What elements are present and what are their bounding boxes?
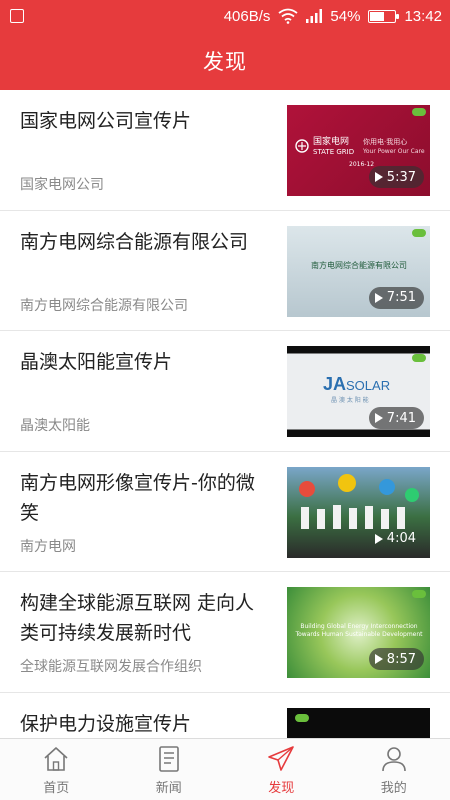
duration-label: 7:41 [386, 410, 416, 426]
thumb-text: 你用电·我用心 [363, 138, 408, 146]
video-title: 南方电网形像宣传片-你的微笑 [20, 471, 255, 524]
watermark-icon [295, 713, 309, 722]
thumb-text: 国家电网 [313, 137, 350, 147]
wifi-icon [278, 8, 298, 24]
network-speed: 406B/s [223, 7, 271, 25]
video-source: 南方电网综合能源有限公司 [20, 297, 188, 314]
battery-percent: 54% [330, 7, 361, 25]
video-thumbnail[interactable]: JASOLAR 晶 澳 太 阳 能 7:41 [287, 346, 430, 437]
tab-label: 新闻 [155, 781, 182, 796]
notification-icon [10, 9, 24, 23]
video-item[interactable]: 保护电力设施宣传片 [0, 693, 450, 738]
video-item[interactable]: 构建全球能源互联网 走向人类可持续发展新时代 全球能源互联网发展合作组织 Bui… [0, 572, 450, 693]
thumb-text: Building Global Energy Interconnection [300, 623, 418, 630]
page-title: 发现 [203, 50, 247, 74]
tab-home[interactable]: 首页 [0, 739, 113, 800]
watermark-icon [412, 228, 426, 237]
video-item[interactable]: 南方电网综合能源有限公司 南方电网综合能源有限公司 南方电网综合能源有限公司 7… [0, 211, 450, 331]
battery-icon [368, 9, 400, 23]
video-thumbnail[interactable]: Building Global Energy Interconnection T… [287, 587, 430, 678]
profile-icon [381, 747, 406, 772]
duration-badge: 7:51 [368, 286, 424, 309]
status-bar: 406B/s 54% 13:42 [0, 0, 450, 32]
discover-icon [268, 746, 295, 771]
video-source: 国家电网公司 [20, 177, 104, 193]
video-thumbnail[interactable]: 国家电网 STATE GRID 你用电·我用心 Your Power Our C… [287, 105, 430, 196]
video-title: 保护电力设施宣传片 [20, 712, 192, 735]
video-title: 构建全球能源互联网 走向人类可持续发展新时代 [20, 592, 255, 644]
status-indicators: 406B/s 54% 13:42 [224, 8, 442, 25]
video-thumbnail[interactable]: 4:04 [287, 466, 430, 558]
duration-label: 5:37 [386, 169, 416, 185]
thumb-text: Your Power Our Care [363, 148, 425, 155]
thumb-text: 南方电网综合能源有限公司 [311, 260, 407, 270]
video-item[interactable]: 南方电网形像宣传片-你的微笑 南方电网 4:04 [0, 452, 450, 572]
duration-label: 7:51 [386, 290, 416, 305]
duration-badge: 5:37 [368, 166, 424, 188]
play-icon [374, 533, 383, 544]
video-list[interactable]: 国家电网公司宣传片 国家电网公司 国家电网 STATE GRID 你用电·我用心… [0, 90, 450, 738]
duration-label: 8:57 [386, 651, 416, 667]
tab-label: 首页 [43, 781, 70, 796]
duration-label: 4:04 [386, 531, 416, 546]
play-icon [374, 172, 383, 182]
video-thumbnail[interactable] [287, 707, 430, 738]
video-title: 南方电网综合能源有限公司 [20, 230, 249, 253]
state-grid-logo-icon [295, 139, 309, 153]
video-title: 晶澳太阳能宣传片 [20, 351, 173, 373]
thumb-text: Towards Human Sustainable Development [295, 631, 423, 638]
tab-discover[interactable]: 发现 [225, 739, 338, 800]
tab-label: 我的 [380, 781, 407, 796]
thumb-text: JA [323, 374, 347, 394]
video-item[interactable]: 晶澳太阳能宣传片 晶澳太阳能 JASOLAR 晶 澳 太 阳 能 7:41 [0, 331, 450, 452]
video-source: 南方电网 [20, 538, 76, 555]
page-header: 发现 [0, 32, 450, 90]
play-icon [374, 654, 383, 664]
news-icon [158, 746, 179, 772]
tab-news[interactable]: 新闻 [113, 739, 226, 800]
thumb-text: SOLAR [346, 378, 391, 393]
thumb-text: 晶 澳 太 阳 能 [331, 397, 369, 404]
video-source: 晶澳太阳能 [20, 418, 90, 434]
watermark-icon [412, 108, 426, 116]
video-thumbnail[interactable]: 南方电网综合能源有限公司 7:51 [287, 225, 430, 317]
play-icon [374, 292, 383, 303]
video-source: 全球能源互联网发展合作组织 [20, 659, 202, 675]
tab-label: 发现 [268, 781, 295, 796]
tab-profile[interactable]: 我的 [338, 739, 450, 800]
video-title: 国家电网公司宣传片 [20, 110, 192, 132]
bottom-tab-bar: 首页 新闻 发现 我的 [0, 738, 450, 800]
video-item[interactable]: 国家电网公司宣传片 国家电网公司 国家电网 STATE GRID 你用电·我用心… [0, 90, 450, 211]
clock: 13:42 [404, 7, 442, 25]
thumb-text: STATE GRID [313, 148, 355, 156]
duration-badge: 8:57 [368, 648, 424, 670]
duration-badge: 7:41 [368, 407, 424, 429]
thumb-text: 2016-12 [349, 161, 375, 168]
play-icon [374, 413, 383, 423]
watermark-icon [412, 590, 426, 598]
signal-icon [306, 9, 323, 23]
duration-badge: 4:04 [369, 528, 424, 550]
home-icon [44, 747, 68, 771]
watermark-icon [412, 354, 426, 362]
